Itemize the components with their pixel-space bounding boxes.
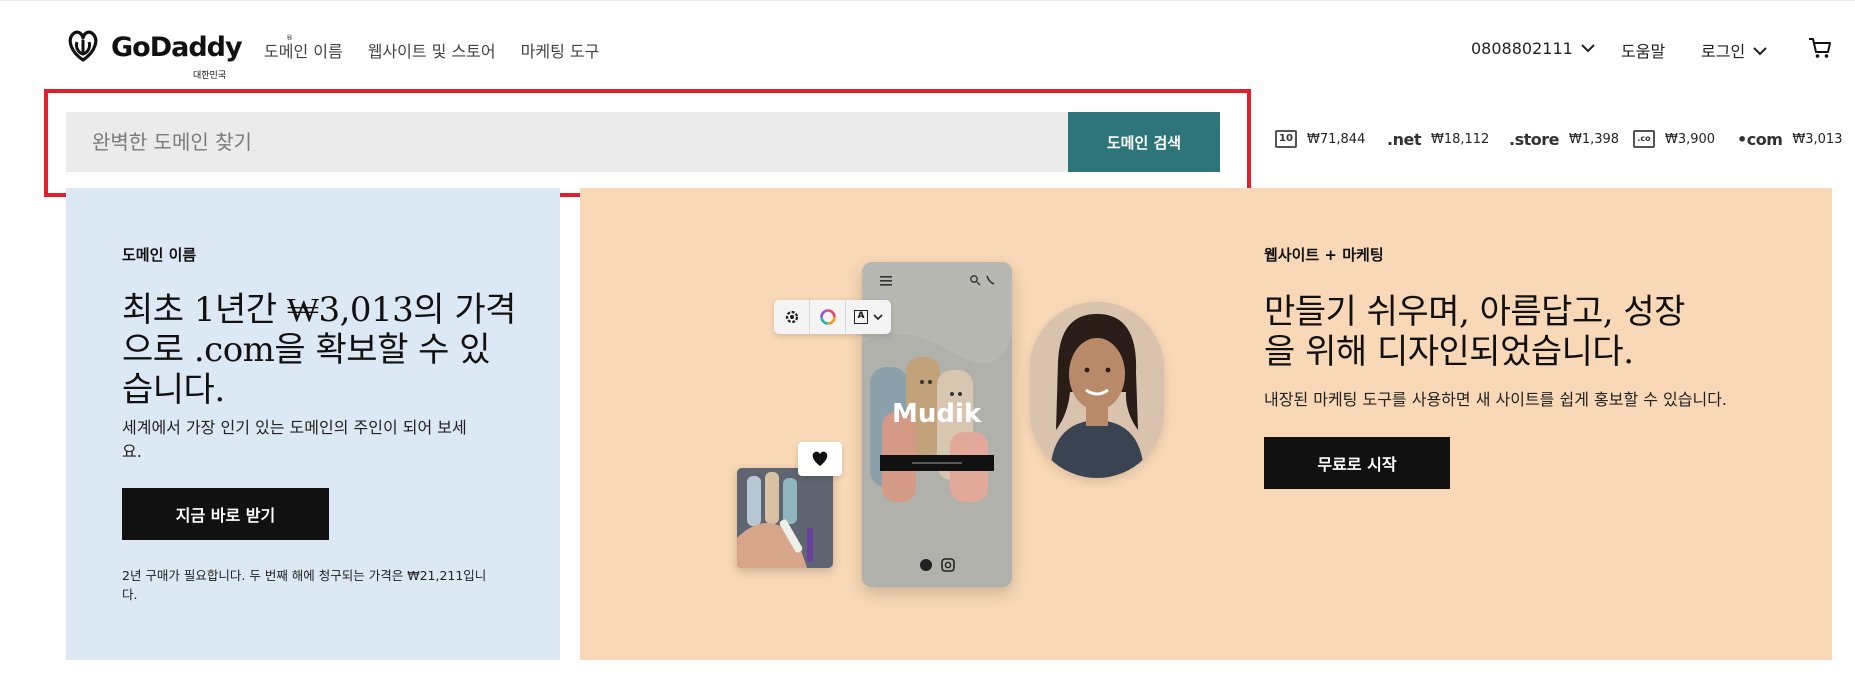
tld-price: ₩71,844 [1307, 131, 1366, 147]
tld-price: ₩3,013 [1792, 132, 1843, 147]
website-card-subtext: 내장된 마케팅 도구를 사용하면 새 사이트를 쉽게 홍보할 수 있습니다. [1264, 390, 1728, 409]
domain-promo-card: 도메인 이름 최초 1년간 ₩3,013의 가격 으로 .com을 확보할 수 … [66, 188, 560, 660]
domain-card-headline-line-1: 최초 1년간 ₩3,013의 가격 [122, 290, 516, 330]
tld-mark: .store [1509, 130, 1559, 149]
phone-menu[interactable]: 0808802111 [1471, 38, 1595, 58]
website-promo-card: 웹사이트 + 마케팅 만들기 쉬우며, 아름답고, 성장 을 위해 디자인되었습… [580, 188, 1832, 660]
font-select-icon: A [846, 300, 891, 334]
heart-icon [812, 451, 828, 466]
domain-card-subtext-line-1: 세계에서 가장 인기 있는 도메인의 주인이 되어 보세 [122, 418, 467, 437]
font-glyph: A [854, 310, 868, 324]
get-it-now-button[interactable]: 지금 바로 받기 [122, 488, 329, 540]
website-card-eyebrow: 웹사이트 + 마케팅 [1264, 246, 1384, 264]
chevron-down-icon [1753, 41, 1767, 60]
search-highlight-frame [44, 89, 1251, 197]
main-nav: 도메인 이름 웹사이트 및 스토어 마케팅 도구 [264, 38, 599, 62]
heart-bubble [798, 442, 842, 476]
woman-portrait-image [1030, 302, 1164, 478]
tld-co[interactable]: .co ₩3,900 [1633, 130, 1715, 148]
domain-card-headline-line-3: 습니다. [122, 370, 225, 410]
site-logo-text: Mudik [892, 399, 982, 429]
cart-icon[interactable] [1808, 37, 1832, 59]
tld-com[interactable]: •com ₩3,013 [1737, 130, 1842, 149]
help-link[interactable]: 도움말 [1621, 38, 1665, 62]
godaddy-logo-icon [68, 30, 98, 62]
website-card-headline-line-2: 을 위해 디자인되었습니다. [1264, 332, 1634, 372]
tld-net[interactable]: .net ₩18,112 [1387, 130, 1489, 149]
settings-gear-icon [774, 300, 810, 334]
domain-card-eyebrow: 도메인 이름 [122, 246, 197, 264]
tld-store[interactable]: .store ₩1,398 [1509, 130, 1619, 149]
tld-mark: .net [1387, 130, 1421, 149]
chevron-down-icon [873, 313, 883, 320]
nav-domain-names[interactable]: 도메인 이름 [264, 38, 343, 62]
tld-price: ₩3,900 [1665, 131, 1716, 147]
product-photo-image [737, 468, 833, 568]
godaddy-logo[interactable]: GoDaddy ® 대한민국 [65, 30, 293, 82]
start-free-button[interactable]: 무료로 시작 [1264, 437, 1450, 489]
help-label: 도움말 [1621, 42, 1666, 61]
co-badge-icon: .co [1633, 130, 1655, 148]
io-badge-icon: 10 [1275, 130, 1297, 148]
editor-toolbar: A [774, 300, 891, 334]
tld-price: ₩18,112 [1430, 132, 1490, 147]
domain-card-headline-line-2: 으로 .com을 확보할 수 있 [122, 330, 491, 370]
nav-marketing-tools[interactable]: 마케팅 도구 [521, 38, 600, 62]
website-card-headline-line-1: 만들기 쉬우며, 아름답고, 성장 [1264, 292, 1685, 332]
tld-io[interactable]: 10 ₩71,844 [1275, 130, 1365, 148]
domain-card-fineprint-line-1: 2년 구매가 필요합니다. 두 번째 해에 청구되는 가격은 ₩21,211입니 [122, 568, 487, 583]
login-menu[interactable]: 로그인 [1701, 38, 1767, 62]
logo-wordmark: GoDaddy [111, 32, 243, 63]
site-header: GoDaddy ® 대한민국 도메인 이름 웹사이트 및 스토어 마케팅 도구 … [0, 0, 1855, 88]
region-label: 대한민국 [193, 71, 227, 81]
tld-price: ₩1,398 [1568, 132, 1620, 147]
chevron-down-icon [1581, 38, 1595, 57]
domain-card-fineprint-line-2: 다. [122, 587, 138, 602]
domain-card-subtext-line-2: 요. [122, 442, 142, 461]
tld-mark: •com [1737, 130, 1783, 149]
nav-websites-stores[interactable]: 웹사이트 및 스토어 [368, 38, 496, 62]
color-wheel-icon [810, 300, 846, 334]
menu-icon [880, 276, 892, 286]
phone-number: 0808802111 [1471, 39, 1573, 58]
login-label: 로그인 [1701, 42, 1746, 61]
